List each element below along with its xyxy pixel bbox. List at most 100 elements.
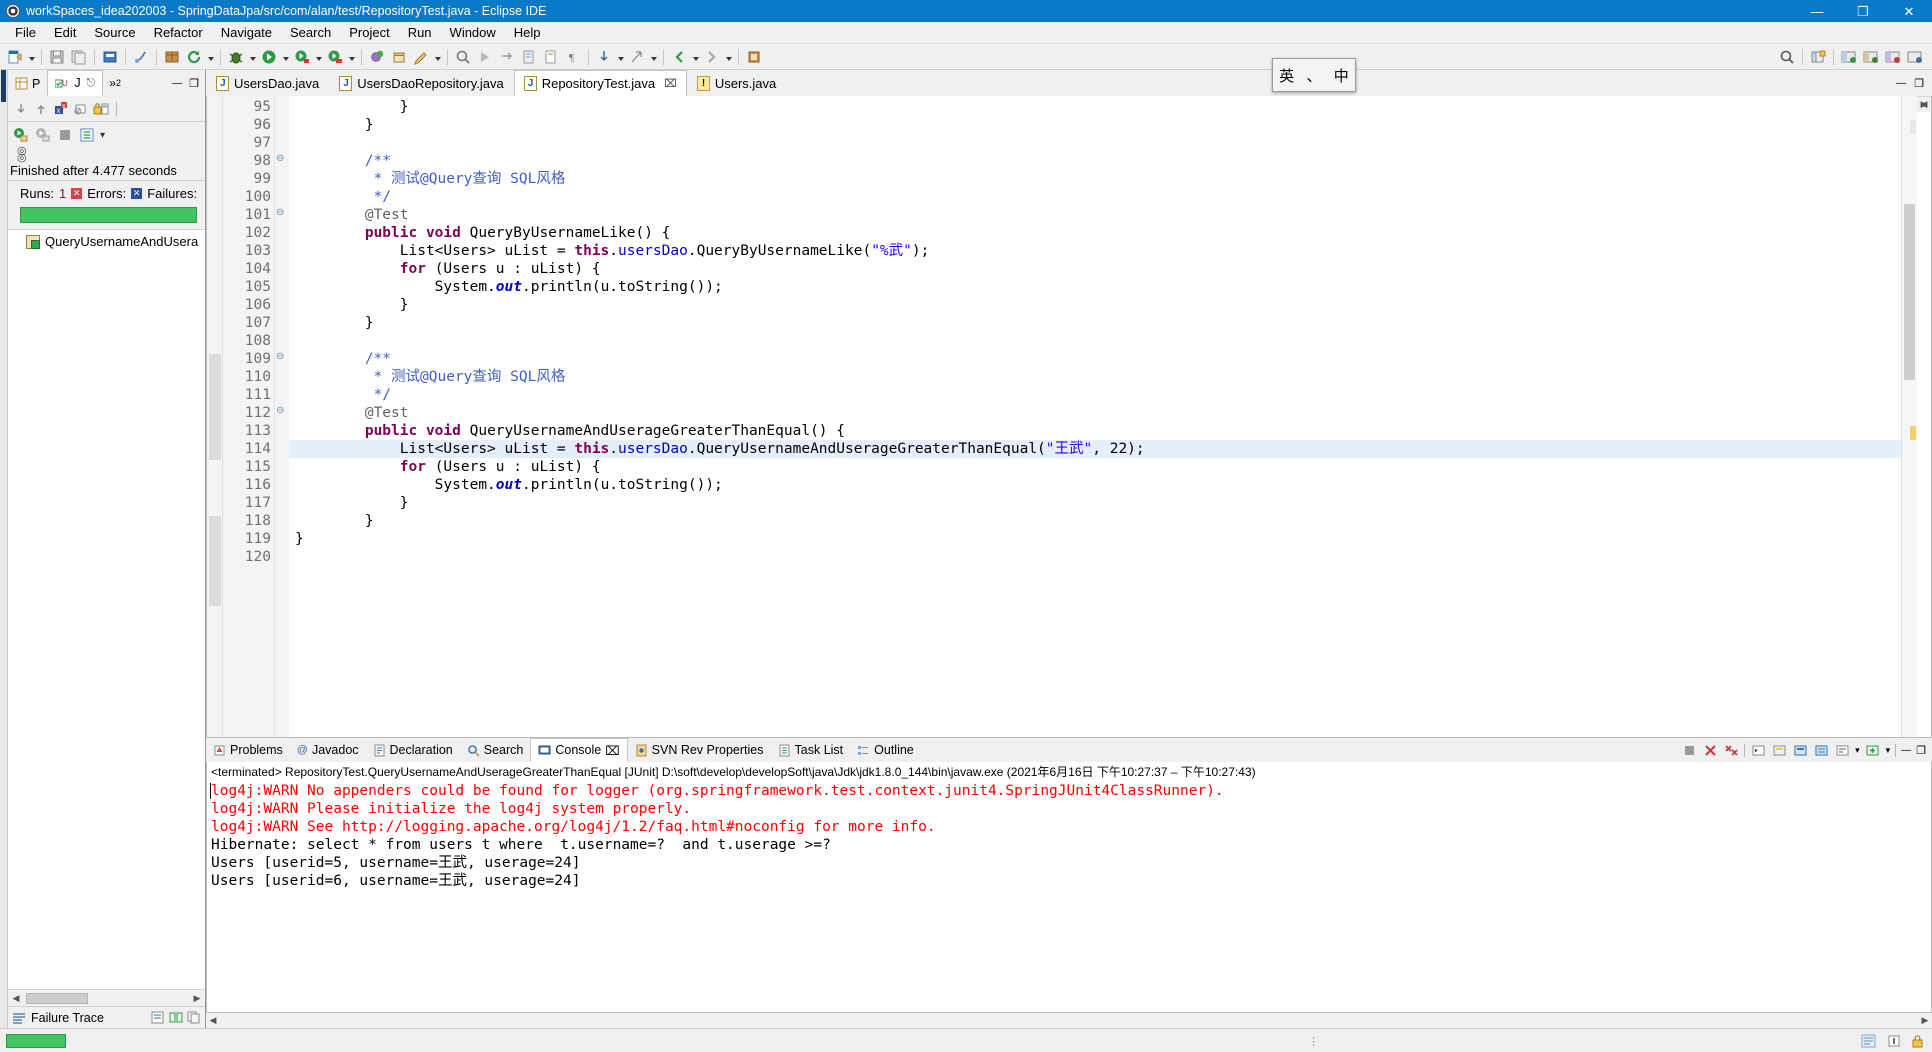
code-line[interactable] bbox=[289, 134, 1901, 152]
code-line[interactable]: } bbox=[289, 116, 1901, 134]
run-icon[interactable] bbox=[258, 46, 280, 68]
search-toolbar-icon[interactable] bbox=[452, 46, 474, 68]
lock-icon[interactable] bbox=[92, 100, 110, 118]
code-line[interactable]: * 测试@Query查询 SQL风格 bbox=[289, 368, 1901, 386]
forward-history-dropdown-icon[interactable] bbox=[648, 46, 659, 68]
menu-navigate[interactable]: Navigate bbox=[212, 23, 281, 42]
code-line[interactable]: /** bbox=[289, 152, 1901, 170]
run-external-dropdown-icon[interactable] bbox=[346, 46, 357, 68]
save-icon[interactable] bbox=[46, 46, 68, 68]
quick-access-icon[interactable] bbox=[130, 46, 152, 68]
fold-toggle-icon[interactable]: ⊖ bbox=[275, 402, 289, 420]
minimize-editor-icon[interactable]: — bbox=[1896, 78, 1906, 89]
tab-declaration[interactable]: Declaration bbox=[366, 738, 460, 762]
arrow-up-icon[interactable] bbox=[32, 100, 50, 118]
word-wrap-icon[interactable] bbox=[1834, 742, 1850, 758]
editor-tab-users[interactable]: Users.java bbox=[687, 70, 786, 96]
fold-toggle-icon[interactable]: ⊖ bbox=[275, 204, 289, 222]
tab-task-list[interactable]: Task List bbox=[771, 738, 851, 762]
menu-file[interactable]: File bbox=[6, 23, 45, 42]
stop-icon[interactable] bbox=[56, 126, 74, 144]
code-line[interactable] bbox=[289, 332, 1901, 350]
left-fast-view-bar[interactable] bbox=[0, 70, 8, 1028]
menu-window[interactable]: Window bbox=[441, 23, 505, 42]
editor-hscrollbar[interactable]: ◀ ▶ bbox=[1917, 96, 1931, 112]
tab-problems[interactable]: Problems bbox=[206, 738, 290, 762]
pilcrow-icon[interactable]: ¶ bbox=[562, 46, 584, 68]
scroll-right-icon[interactable]: ▶ bbox=[1918, 1015, 1932, 1026]
code-line[interactable]: /** bbox=[289, 350, 1901, 368]
code-line[interactable]: */ bbox=[289, 188, 1901, 206]
new-console-icon[interactable] bbox=[1865, 742, 1881, 758]
editor-vscrollbar[interactable] bbox=[1901, 96, 1917, 737]
terminate-all-icon[interactable] bbox=[1681, 742, 1697, 758]
scroll-left-icon[interactable]: ◀ bbox=[206, 1015, 220, 1026]
tab-search[interactable]: Search bbox=[460, 738, 531, 762]
debug-icon[interactable] bbox=[225, 46, 247, 68]
ime-indicator[interactable]: 英 、 中 bbox=[1272, 58, 1356, 92]
new-console-dropdown-icon[interactable]: ▾ bbox=[1886, 745, 1891, 756]
maximize-view-icon[interactable]: ❐ bbox=[189, 77, 199, 90]
toggle-mark-occurrences-icon[interactable] bbox=[540, 46, 562, 68]
code-line[interactable]: List<Users> uList = this.usersDao.QueryB… bbox=[289, 242, 1901, 260]
menu-source[interactable]: Source bbox=[85, 23, 144, 42]
code-line[interactable]: System.out.println(u.toString()); bbox=[289, 278, 1901, 296]
refresh-dropdown-icon[interactable] bbox=[205, 46, 216, 68]
editor-tab-usersdaorepository[interactable]: UsersDaoRepository.java bbox=[329, 70, 513, 96]
pin-editor-icon[interactable] bbox=[743, 46, 765, 68]
forward-nav-dropdown-icon[interactable] bbox=[723, 46, 734, 68]
run-external-tools-icon[interactable] bbox=[324, 46, 346, 68]
minimize-console-icon[interactable]: — bbox=[1901, 745, 1911, 756]
menu-search[interactable]: Search bbox=[281, 23, 340, 42]
new-wizard-dropdown-icon[interactable] bbox=[26, 46, 37, 68]
filter-icon[interactable] bbox=[72, 100, 90, 118]
last-edit-location-icon[interactable] bbox=[518, 46, 540, 68]
debug-dropdown-icon[interactable] bbox=[247, 46, 258, 68]
run-dropdown-icon[interactable] bbox=[280, 46, 291, 68]
console-dropdown-icon[interactable]: ▾ bbox=[1855, 745, 1860, 756]
scroll-thumb[interactable] bbox=[26, 992, 88, 1004]
scroll-left-icon[interactable]: ◀ bbox=[8, 993, 24, 1004]
code-line[interactable]: System.out.println(u.toString()); bbox=[289, 476, 1901, 494]
back-history-icon[interactable] bbox=[593, 46, 615, 68]
editor-tab-usersdao[interactable]: UsersDao.java bbox=[206, 70, 329, 96]
view-tabs-overflow[interactable]: » 2 bbox=[103, 70, 127, 96]
run-coverage-icon[interactable] bbox=[291, 46, 313, 68]
open-task-icon[interactable] bbox=[161, 46, 183, 68]
view-tab-junit[interactable]: U J ⎋ bbox=[47, 70, 104, 96]
next-failure-icon[interactable]: xx bbox=[52, 100, 70, 118]
code-line[interactable]: @Test bbox=[289, 404, 1901, 422]
view-tab-package-explorer[interactable]: P bbox=[8, 70, 47, 96]
history-dropdown-icon[interactable]: ▾ bbox=[100, 130, 105, 141]
close-icon[interactable]: ⎋ bbox=[87, 77, 96, 90]
ime-lang-label[interactable]: 英 bbox=[1274, 62, 1300, 88]
back-history-dropdown-icon[interactable] bbox=[615, 46, 626, 68]
fold-toggle-icon[interactable]: ⊖ bbox=[275, 150, 289, 168]
new-class-icon[interactable] bbox=[410, 46, 432, 68]
history-icon[interactable] bbox=[78, 126, 96, 144]
source-editor[interactable]: 95 96 97 98 99 100 101 102 103 104 105 106 107 108 109… bbox=[206, 96, 1932, 738]
status-resize-handle-icon[interactable]: ⋮ bbox=[1308, 1035, 1320, 1048]
close-icon[interactable]: ⌧ bbox=[664, 77, 677, 90]
close-button[interactable]: ✕ bbox=[1886, 0, 1932, 22]
code-content[interactable]: } } /** * 测试@Query查询 SQL风格 */ @Test publ… bbox=[289, 96, 1901, 737]
open-console-icon[interactable] bbox=[1750, 742, 1766, 758]
scroll-lock-icon[interactable] bbox=[1813, 742, 1829, 758]
tab-javadoc[interactable]: @ Javadoc bbox=[290, 738, 366, 762]
minimize-button[interactable]: — bbox=[1794, 0, 1840, 22]
copy-icon[interactable] bbox=[187, 1011, 201, 1024]
code-line[interactable]: } bbox=[289, 512, 1901, 530]
menu-run[interactable]: Run bbox=[399, 23, 441, 42]
code-line[interactable]: } bbox=[289, 296, 1901, 314]
code-line[interactable]: for (Users u : uList) { bbox=[289, 260, 1901, 278]
print-icon[interactable] bbox=[99, 46, 121, 68]
arrow-down-icon[interactable] bbox=[12, 100, 30, 118]
rerun-icon[interactable] bbox=[12, 126, 30, 144]
minimize-view-icon[interactable]: — bbox=[172, 78, 182, 89]
code-line[interactable]: } bbox=[289, 98, 1901, 116]
writable-icon[interactable] bbox=[1861, 1034, 1877, 1048]
perspective-team-icon[interactable] bbox=[1882, 46, 1904, 68]
display-selected-console-icon[interactable] bbox=[1792, 742, 1808, 758]
junit-tree-hscrollbar[interactable]: ◀ ▶ bbox=[8, 989, 205, 1006]
menu-edit[interactable]: Edit bbox=[45, 23, 85, 42]
